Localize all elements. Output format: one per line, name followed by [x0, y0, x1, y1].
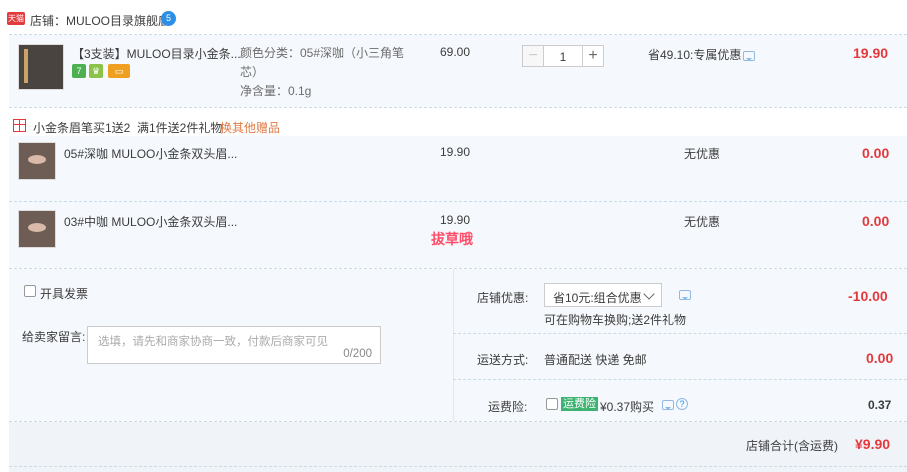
gift-subtotal: 0.00: [862, 213, 890, 229]
shop-header: 天猫 店铺：MULOO目录旗舰店 5: [0, 0, 907, 34]
main-item-unit-price: 69.00: [440, 45, 471, 59]
shop-discount-selected: 省10元:组合优惠: [553, 291, 642, 305]
memo-placeholder: 选填，请先和商家协商一致，付款后商家可见: [98, 336, 328, 348]
quantity-minus-button[interactable]: −: [522, 45, 544, 67]
gift-thumbnail[interactable]: [18, 210, 56, 248]
insurance-price: ¥0.37购买: [600, 400, 655, 414]
shop-total-label: 店铺合计(含运费): [746, 439, 838, 453]
shop-discount-select[interactable]: 省10元:组合优惠: [544, 283, 662, 307]
sku-line-1: 颜色分类：05#深咖（小三角笔: [240, 46, 405, 60]
discount-info-icon[interactable]: [743, 51, 755, 61]
insurance-tag: 运费险: [561, 397, 598, 411]
gift-title[interactable]: 05#深咖 MULOO小金条双头眉...: [64, 145, 237, 162]
tmall-badge: 天猫: [7, 12, 25, 25]
card-badge-icon: ▭: [108, 64, 130, 78]
chevron-down-icon: [643, 288, 655, 300]
gift-promo-text: 小金条眉笔买1送2: [33, 121, 131, 135]
shop-name-link[interactable]: 店铺：MULOO目录旗舰店: [30, 12, 170, 29]
gift-promo-rule: 满1件送2件礼物: [137, 121, 223, 135]
shop-total-amount: ¥9.90: [855, 436, 891, 452]
main-item-subtotal: 19.90: [853, 45, 889, 61]
divider: [453, 269, 454, 421]
divider: [9, 466, 907, 467]
main-item-discount: 省49.10:专属优惠: [648, 48, 742, 62]
shop-discount-note: 可在购物车换购;送2件礼物: [544, 313, 687, 327]
gift-thumbnail[interactable]: [18, 142, 56, 180]
crown-badge-icon: ♛: [89, 64, 103, 78]
help-icon[interactable]: ?: [676, 398, 688, 410]
quantity-plus-button[interactable]: +: [582, 45, 604, 67]
main-item-title[interactable]: 【3支装】MULOO目录小金条...: [72, 45, 241, 62]
invoice-label[interactable]: 开具发票: [40, 285, 88, 302]
shipping-amount: 0.00: [866, 350, 894, 366]
gift-discount: 无优惠: [684, 215, 721, 229]
insurance-checkbox[interactable]: [546, 398, 558, 410]
memo-label: 给卖家留言:: [22, 330, 86, 344]
shipping-method: 普通配送 快递 免邮: [544, 353, 647, 367]
sku-color: 颜色分类：05#深咖（小三角笔 芯） 净含量：0.1g: [240, 44, 404, 101]
gift-title[interactable]: 03#中咖 MULOO小金条双头眉...: [64, 213, 237, 230]
divider: [9, 107, 907, 108]
shop-discount-label: 店铺优惠:: [477, 291, 529, 305]
seller-message-input[interactable]: 选填，请先和商家协商一致，付款后商家可见 0/200: [87, 326, 381, 364]
gift-price: 19.90: [440, 145, 471, 159]
change-gift-link[interactable]: 换其他赠品: [220, 119, 280, 136]
gift-discount: 无优惠: [684, 147, 721, 161]
divider: [453, 333, 907, 334]
shipping-label: 运送方式:: [477, 353, 529, 367]
divider: [9, 201, 907, 202]
watermark-text: 拔草哦: [431, 231, 473, 247]
seven-day-return-icon: 7: [72, 64, 86, 78]
invoice-checkbox[interactable]: [24, 285, 36, 297]
insurance-label: 运费险:: [488, 400, 528, 414]
gift-subtotal: 0.00: [862, 145, 890, 161]
shop-discount-amount: -10.00: [848, 288, 888, 304]
sku-line-2: 芯）: [240, 65, 265, 79]
chat-seller-icon[interactable]: 5: [161, 11, 176, 26]
gift-price: 19.90: [440, 213, 471, 227]
main-item-thumbnail[interactable]: [18, 44, 64, 90]
insurance-info-icon[interactable]: [662, 400, 674, 410]
memo-char-count: 0/200: [343, 348, 372, 360]
quantity-input[interactable]: 1: [544, 45, 582, 67]
gift-icon: [13, 119, 26, 132]
insurance-amount: 0.37: [868, 398, 892, 412]
discount-info-icon[interactable]: [679, 290, 691, 300]
divider: [453, 379, 907, 380]
sku-net-content: 净含量：0.1g: [240, 84, 312, 98]
